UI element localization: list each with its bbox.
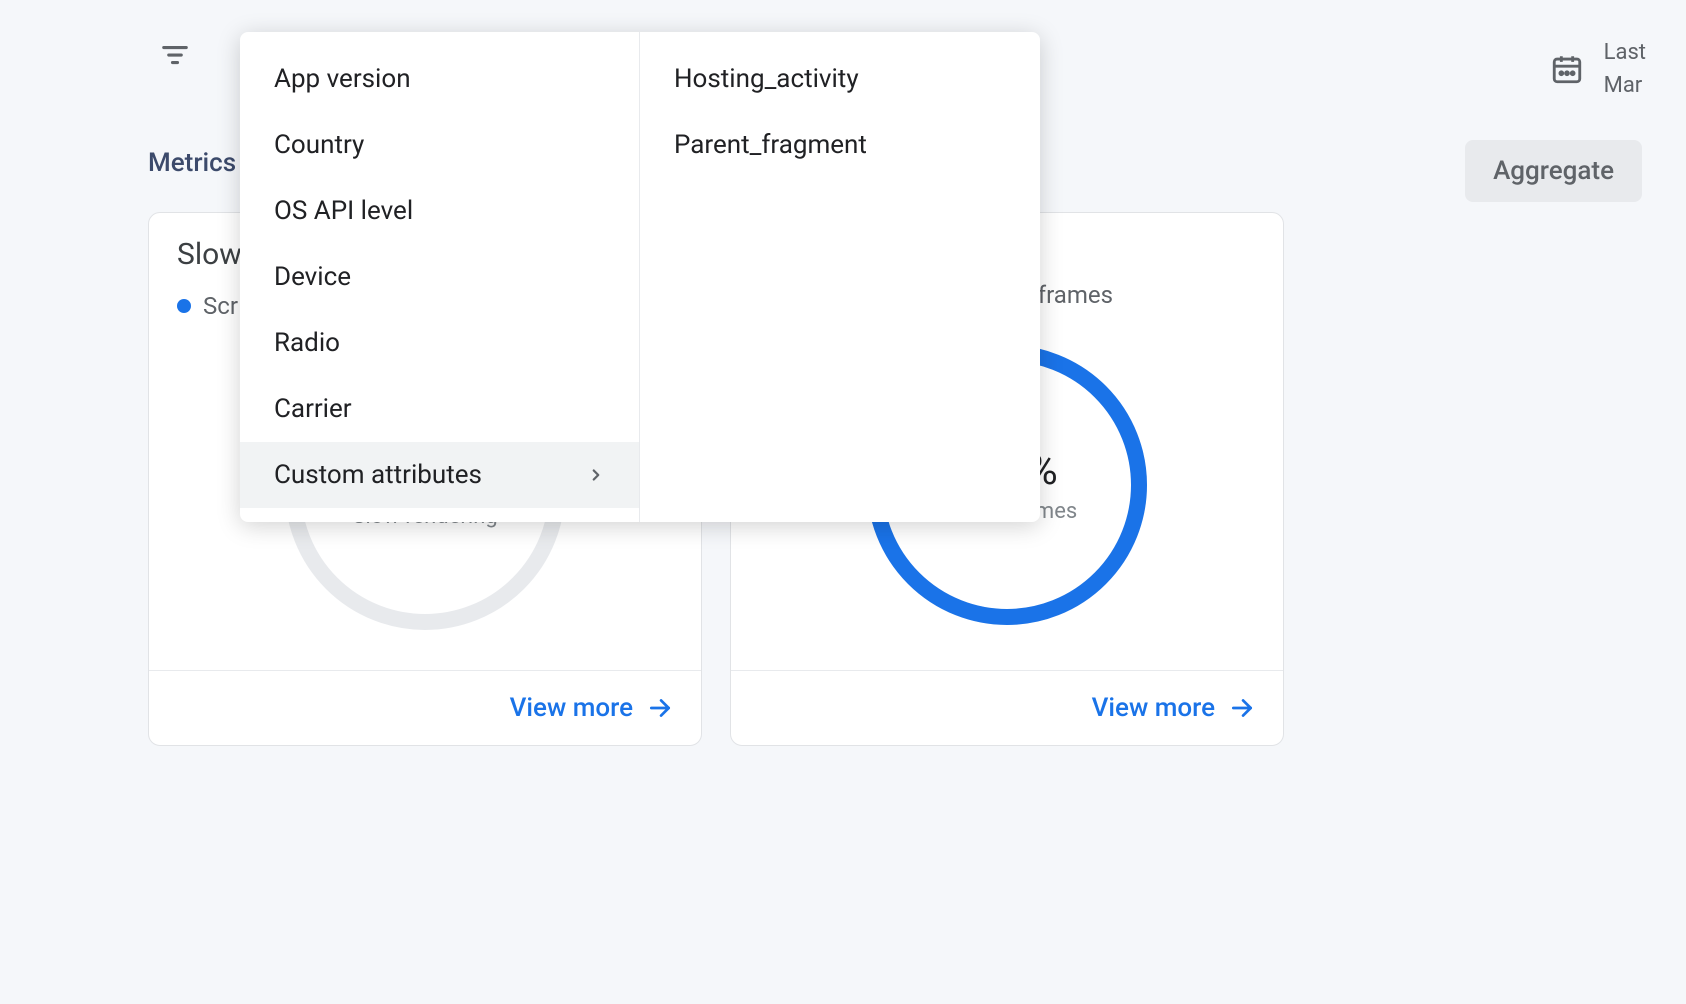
metrics-tab[interactable]: Metrics	[148, 148, 236, 178]
dropdown-primary-column: App version Country OS API level Device …	[240, 32, 640, 522]
dropdown-item-label: Device	[274, 262, 351, 292]
filter-icon[interactable]	[160, 40, 190, 70]
dropdown-item-os-api-level[interactable]: OS API level	[240, 178, 639, 244]
view-more-button[interactable]: View more	[510, 693, 673, 723]
dropdown-item-label: Country	[274, 130, 364, 160]
arrow-right-icon	[647, 695, 673, 721]
filter-dropdown: App version Country OS API level Device …	[240, 32, 1040, 522]
view-more-label: View more	[510, 693, 633, 723]
dropdown-item-hosting-activity[interactable]: Hosting_activity	[640, 46, 1040, 112]
dropdown-item-device[interactable]: Device	[240, 244, 639, 310]
dropdown-item-parent-fragment[interactable]: Parent_fragment	[640, 112, 1040, 178]
dropdown-item-custom-attributes[interactable]: Custom attributes	[240, 442, 639, 508]
dropdown-item-label: Radio	[274, 328, 340, 358]
calendar-icon	[1550, 52, 1584, 86]
view-more-button[interactable]: View more	[1092, 693, 1255, 723]
dropdown-item-label: Hosting_activity	[674, 64, 859, 94]
dropdown-item-app-version[interactable]: App version	[240, 46, 639, 112]
dropdown-item-carrier[interactable]: Carrier	[240, 376, 639, 442]
dropdown-item-label: App version	[274, 64, 411, 94]
view-more-label: View more	[1092, 693, 1215, 723]
dropdown-item-label: Carrier	[274, 394, 352, 424]
dropdown-item-country[interactable]: Country	[240, 112, 639, 178]
dropdown-submenu-column: Hosting_activity Parent_fragment	[640, 32, 1040, 522]
date-line-1: Last	[1604, 36, 1646, 69]
arrow-right-icon	[1229, 695, 1255, 721]
card-title-text: Slow	[177, 237, 242, 272]
date-range-text: Last Mar	[1604, 36, 1646, 102]
dropdown-item-radio[interactable]: Radio	[240, 310, 639, 376]
chevron-right-icon	[587, 466, 605, 484]
legend-text: Scr	[203, 292, 238, 320]
dropdown-item-label: Custom attributes	[274, 460, 482, 490]
dropdown-item-label: Parent_fragment	[674, 130, 867, 160]
legend-dot-icon	[177, 299, 191, 313]
date-range-picker[interactable]: Last Mar	[1550, 36, 1646, 102]
aggregate-toggle[interactable]: Aggregate	[1465, 140, 1642, 202]
date-line-2: Mar	[1604, 69, 1646, 102]
card-footer: View more	[731, 670, 1283, 745]
card-footer: View more	[149, 670, 701, 745]
dropdown-item-label: OS API level	[274, 196, 413, 226]
